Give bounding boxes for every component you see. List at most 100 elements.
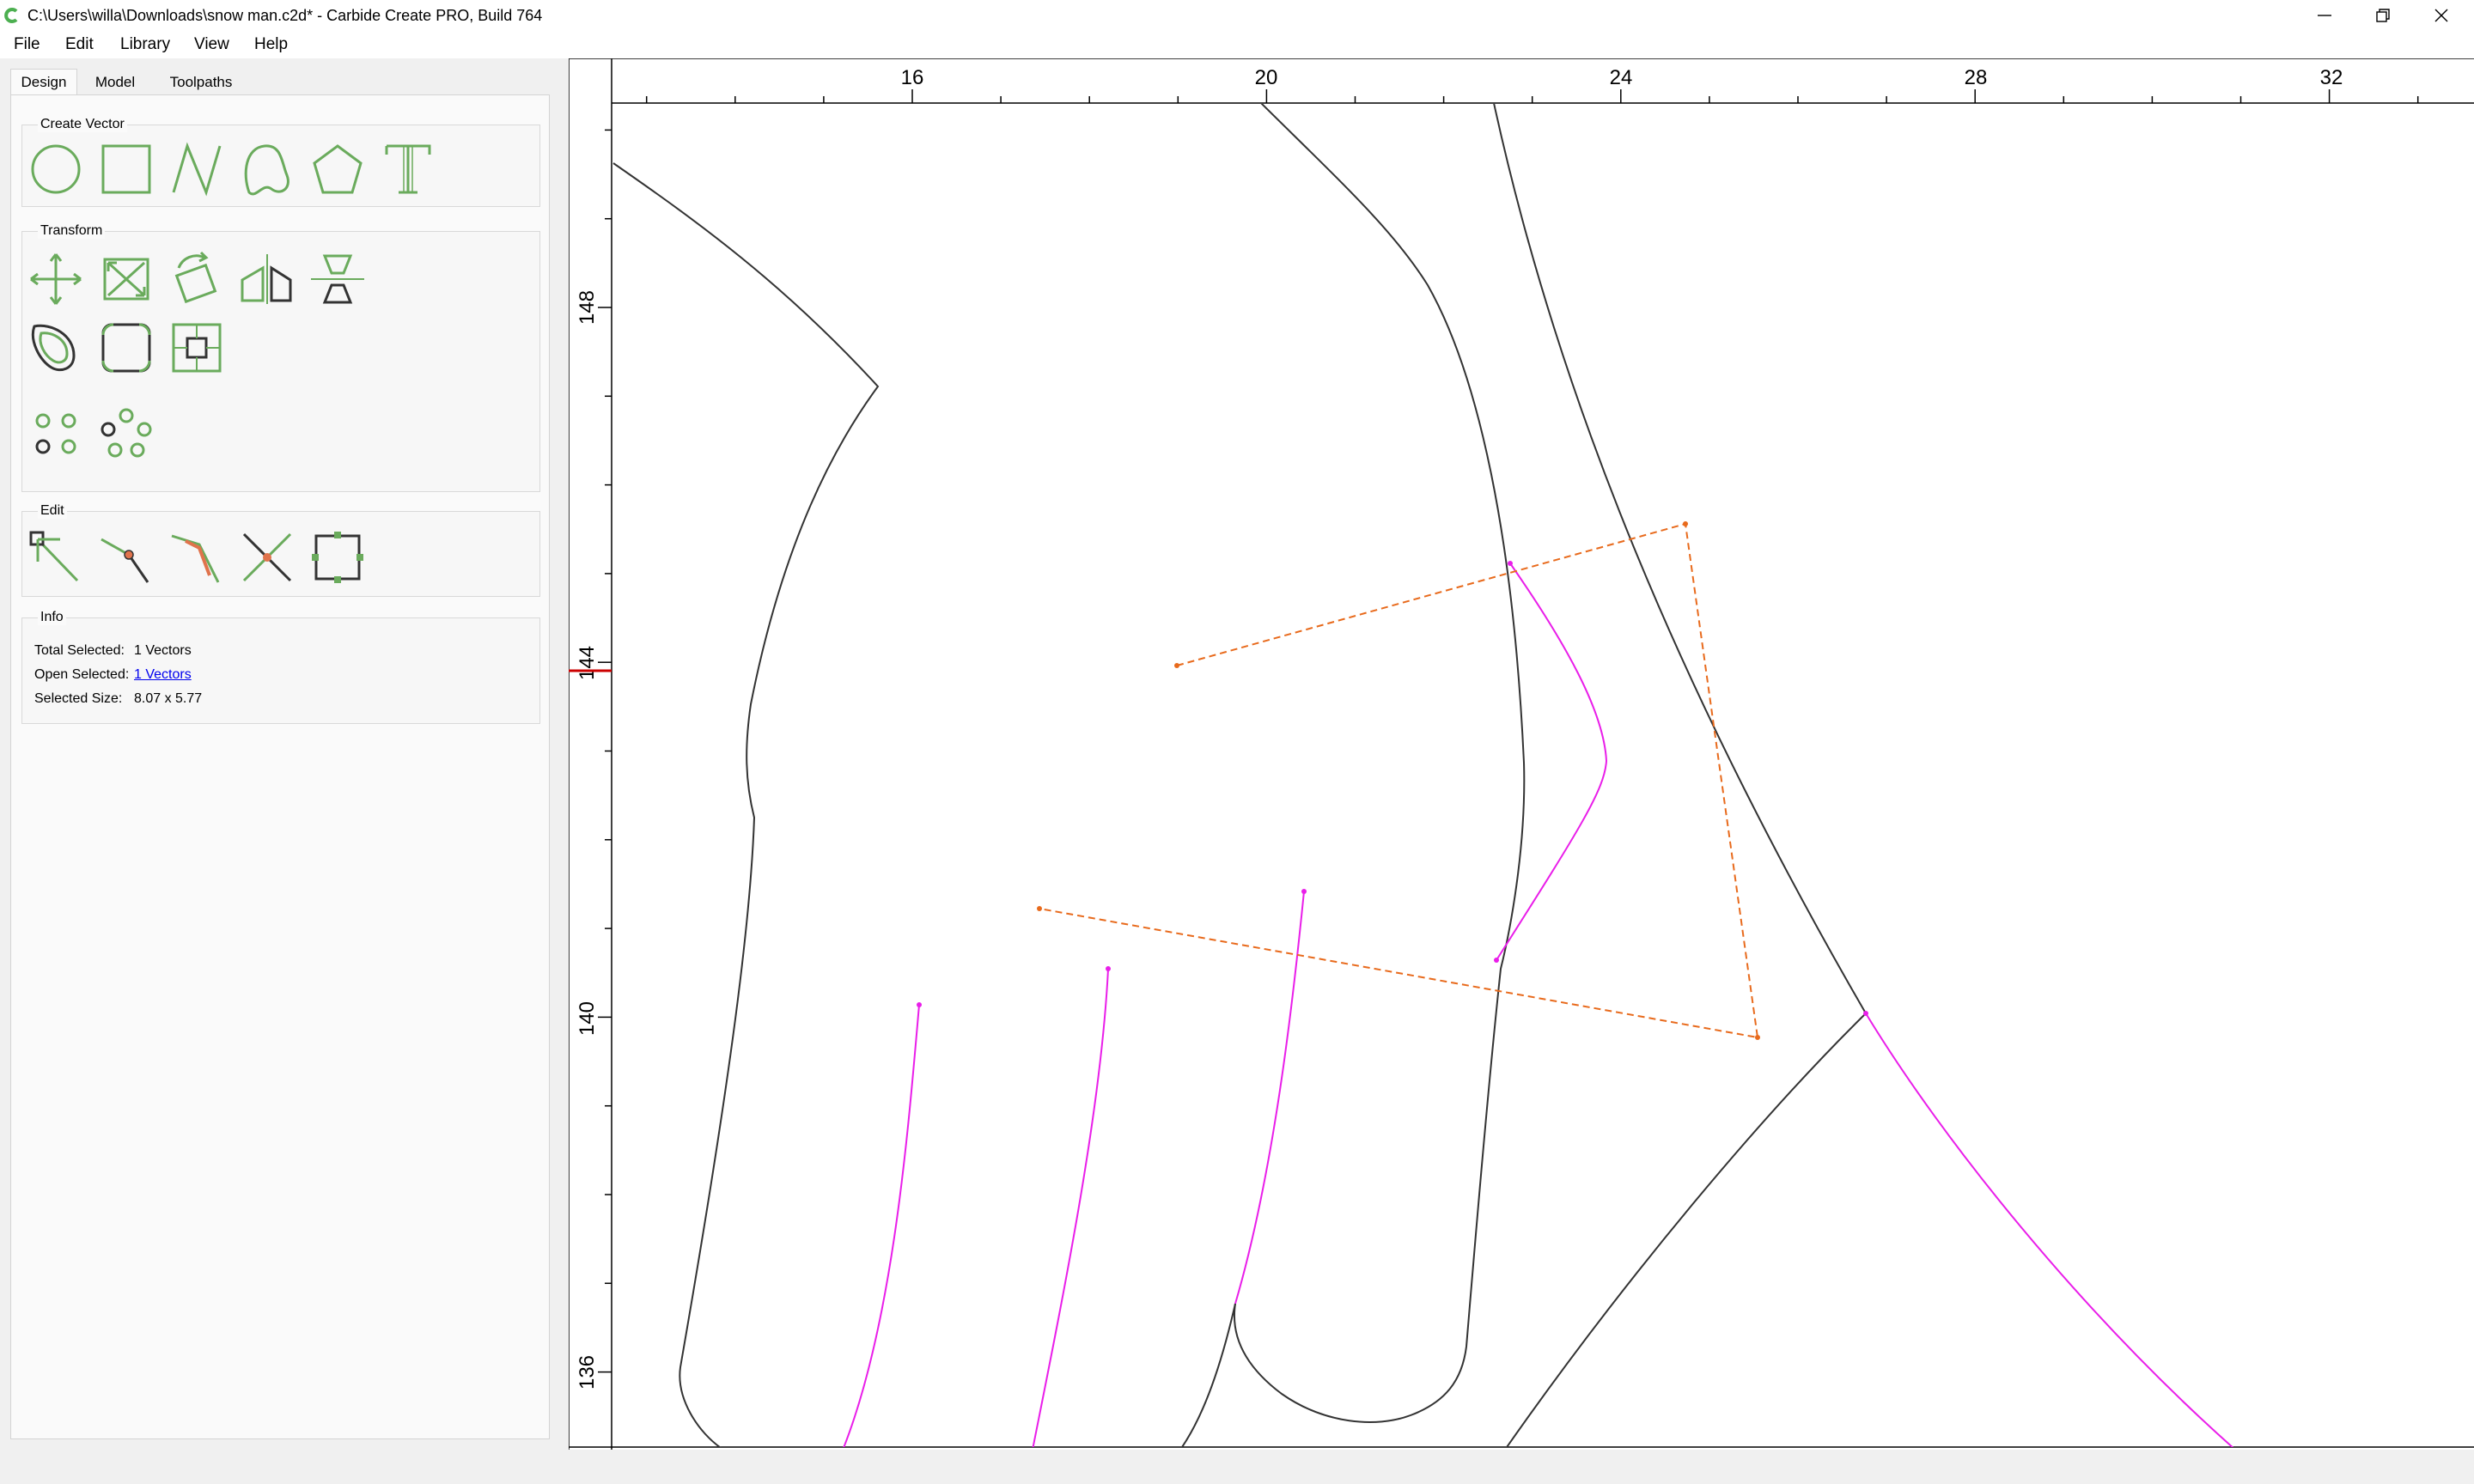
bounding-box-edit-tool-button[interactable]: [308, 527, 368, 587]
info-selected-size: Selected Size: 8.07 x 5.77: [34, 690, 202, 708]
circular-array-tool-button[interactable]: [96, 404, 156, 464]
curve-icon: [244, 144, 289, 196]
menu-edit[interactable]: Edit: [64, 34, 95, 55]
vector-left-outline[interactable]: [612, 162, 880, 1450]
text-icon: [385, 144, 431, 194]
grid-array-icon: [35, 413, 76, 454]
cut-tool-button[interactable]: [237, 527, 297, 587]
window-title: C:\Users\willa\Downloads\snow man.c2d* -…: [27, 7, 543, 24]
minimize-button[interactable]: [2295, 0, 2354, 31]
transform-title: Transform: [38, 223, 106, 239]
ruler-y-label-144: 144: [576, 646, 599, 680]
menu-help[interactable]: Help: [253, 34, 289, 55]
vector-arm-bottom[interactable]: [1180, 1303, 1236, 1450]
create-vector-title: Create Vector: [38, 117, 127, 132]
cut-icon: [242, 532, 292, 582]
mirror-tool-button[interactable]: [237, 249, 297, 309]
align-tool-button[interactable]: [308, 249, 368, 309]
handle-point[interactable]: [1037, 906, 1042, 911]
close-button[interactable]: [2412, 0, 2471, 31]
menu-library[interactable]: Library: [119, 34, 172, 55]
offset-tool-button[interactable]: [26, 318, 86, 378]
tab-design[interactable]: Design: [10, 69, 77, 94]
carbide-c-icon: [4, 8, 18, 23]
trim-tool-button[interactable]: [167, 527, 227, 587]
magenta-vector-2[interactable]: [1032, 968, 1109, 1450]
fillet-tool-button[interactable]: [96, 318, 156, 378]
vertical-ruler: [569, 58, 612, 1450]
design-canvas[interactable]: 16 20 24 28 32 148 144 140 136: [569, 58, 2474, 1450]
magenta-vector-3[interactable]: [1234, 891, 1305, 1305]
align-icon: [311, 254, 364, 304]
polyline-tool-button[interactable]: [167, 139, 227, 199]
node-point[interactable]: [1508, 561, 1513, 566]
polyline-icon: [172, 142, 222, 197]
text-tool-button[interactable]: [378, 139, 438, 199]
menu-view[interactable]: View: [192, 34, 231, 55]
circle-icon: [31, 144, 81, 194]
offset-icon: [32, 324, 76, 372]
ruler-x-label-28: 28: [1965, 66, 1988, 89]
handle-point[interactable]: [1683, 521, 1688, 526]
move-tool-button[interactable]: [26, 249, 86, 309]
node-point[interactable]: [1494, 958, 1499, 963]
ruler-x-label-24: 24: [1610, 66, 1633, 89]
menu-file[interactable]: File: [12, 34, 42, 55]
info-title: Info: [38, 610, 66, 625]
ruler-y-label-136: 136: [576, 1355, 599, 1390]
node-point[interactable]: [1301, 889, 1307, 894]
restore-button[interactable]: [2354, 0, 2412, 31]
node-point[interactable]: [1106, 966, 1111, 971]
status-strip: [0, 1450, 2474, 1484]
transform-group: Transform: [21, 223, 540, 492]
magenta-vector-right[interactable]: [1865, 1013, 2235, 1450]
close-icon: [2434, 9, 2448, 22]
handle-point[interactable]: [1755, 1035, 1760, 1040]
canvas-drawing[interactable]: 16 20 24 28 32 148 144 140 136: [569, 58, 2474, 1450]
info-total-selected: Total Selected: 1 Vectors: [34, 642, 192, 660]
info-group: Info Total Selected: 1 Vectors Open Selec…: [21, 610, 540, 724]
info-open-selected: Open Selected: 1 Vectors: [34, 666, 192, 684]
scale-tool-button[interactable]: [96, 249, 156, 309]
minimize-icon: [2318, 15, 2331, 16]
node-edit-icon: [29, 531, 79, 582]
total-selected-label: Total Selected:: [34, 643, 125, 658]
tab-toolpaths[interactable]: Toolpaths: [153, 69, 249, 94]
vector-lower-diagonal[interactable]: [1505, 1013, 1867, 1450]
design-panel: Create Vector Transform Edit Info Total …: [10, 94, 550, 1439]
bounding-box-icon: [172, 323, 222, 373]
vector-arm-inner[interactable]: [1234, 103, 1526, 1423]
curve-tool-button[interactable]: [237, 139, 297, 199]
rotate-tool-button[interactable]: [167, 249, 227, 309]
bounding-box-edit-icon: [312, 532, 363, 583]
rotate-icon: [174, 251, 217, 304]
magenta-vector-1[interactable]: [843, 1004, 920, 1448]
open-selected-link[interactable]: 1 Vectors: [134, 667, 192, 682]
polygon-tool-button[interactable]: [308, 139, 368, 199]
menu-bar: File Edit Library View Help: [0, 31, 2474, 58]
rectangle-tool-button[interactable]: [96, 139, 156, 199]
selected-size-label: Selected Size:: [34, 691, 123, 706]
control-handle-upper[interactable]: [1039, 522, 1759, 1039]
split-tool-button[interactable]: [96, 527, 156, 587]
ruler-x-label-16: 16: [901, 66, 924, 89]
handle-point[interactable]: [1174, 663, 1179, 668]
mirror-icon: [241, 254, 292, 304]
trim-icon: [171, 534, 220, 583]
bounding-box-tool-button[interactable]: [167, 318, 227, 378]
circle-tool-button[interactable]: [26, 139, 86, 199]
ruler-x-label-20: 20: [1255, 66, 1278, 89]
node-edit-tool-button[interactable]: [26, 527, 86, 587]
rectangle-icon: [101, 144, 151, 194]
selected-size-value: 8.07 x 5.77: [134, 691, 203, 706]
tab-model[interactable]: Model: [81, 69, 149, 94]
left-panel: Design Model Toolpaths Create Vector Tra…: [0, 58, 558, 1441]
title-bar: C:\Users\willa\Downloads\snow man.c2d* -…: [0, 0, 2474, 31]
node-point[interactable]: [1863, 1011, 1868, 1016]
circular-array-icon: [101, 408, 152, 458]
scale-icon: [103, 258, 149, 301]
polygon-icon: [313, 144, 363, 194]
grid-array-tool-button[interactable]: [26, 404, 86, 464]
ruler-y-label-148: 148: [576, 290, 599, 325]
node-point[interactable]: [917, 1002, 922, 1007]
